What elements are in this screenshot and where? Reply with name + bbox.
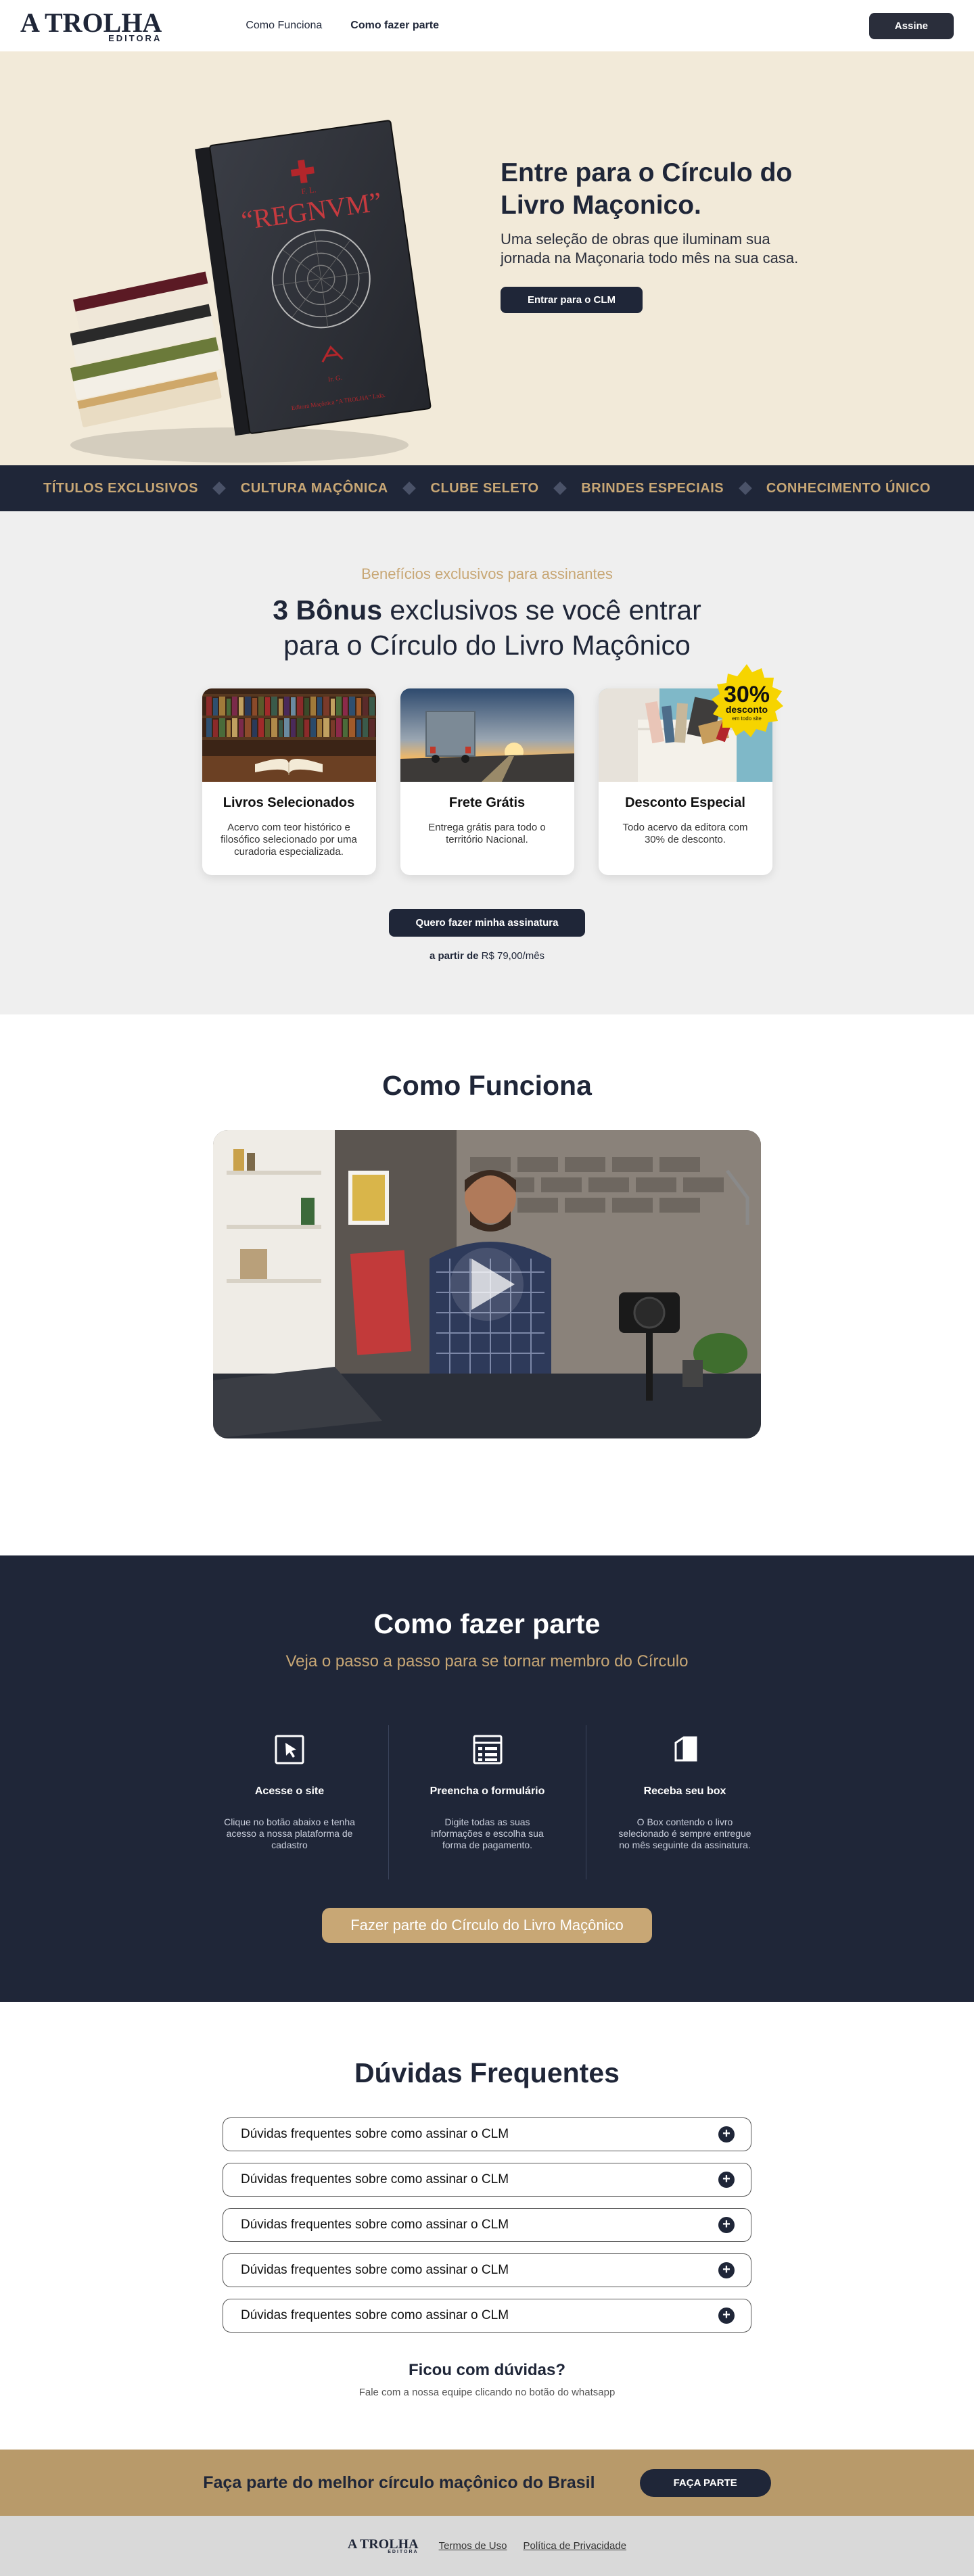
marquee-item: BRINDES ESPECIAIS — [581, 480, 724, 496]
diamond-separator — [738, 482, 752, 495]
benefits-title-line2: para o Círculo do Livro Maçônico — [283, 630, 691, 661]
books-illustration: F. L. “REGNVM” Ir. G. Editora Maçônica “… — [70, 120, 432, 463]
step-item: Receba seu box O Box contendo o livro se… — [586, 1725, 783, 1879]
faq-question: Dúvidas frequentes sobre como assinar o … — [241, 2308, 509, 2322]
still-have-questions-title: Ficou com dúvidas? — [408, 2361, 566, 2379]
plus-icon[interactable]: + — [718, 2126, 735, 2142]
price-prefix: a partir de — [429, 950, 479, 962]
cta-band: Faça parte do melhor círculo maçônico do… — [0, 2450, 974, 2516]
form-icon — [473, 1735, 502, 1764]
faq-question: Dúvidas frequentes sobre como assinar o … — [241, 2218, 509, 2232]
how-it-works-section: Como Funciona — [0, 1014, 974, 1555]
plus-icon[interactable]: + — [718, 2172, 735, 2188]
discount-badge: 30% desconto em todo site — [711, 664, 783, 737]
marquee-item: CULTURA MAÇÔNICA — [240, 480, 388, 496]
benefits-title: 3 Bônus exclusivos se você entrar para o… — [0, 592, 974, 663]
truck-image — [400, 688, 574, 782]
join-title: Como fazer parte — [373, 1608, 601, 1639]
footer-links: Termos de Uso Política de Privacidade — [439, 2540, 626, 2552]
video-player[interactable] — [213, 1130, 761, 1438]
faca-parte-button[interactable]: FAÇA PARTE — [639, 2468, 771, 2497]
badge-sublabel: em todo site — [732, 716, 762, 722]
hero-description: Uma seleção de obras que iluminam sua jo… — [501, 231, 799, 266]
enter-clm-button[interactable]: Entrar para o CLM — [501, 287, 643, 313]
step-text: O Box contendo o livro selecionado é sem… — [618, 1817, 751, 1850]
faq-question: Dúvidas frequentes sobre como assinar o … — [241, 2127, 509, 2141]
footer-logo-wordmark: A TROLHA — [347, 2537, 419, 2552]
logo-subtitle: EDITORA — [108, 32, 162, 43]
site-footer: A TROLHA EDITORA Termos de Uso Política … — [0, 2516, 974, 2576]
marquee-item: TÍTULOS EXCLUSIVOS — [43, 480, 199, 496]
step-item: Preencha o formulário Digite todas as su… — [388, 1725, 586, 1879]
card-text: Todo acervo da editora com 30% de descon… — [622, 822, 748, 845]
hero-text: Entre para o Círculo do Livro Maçonico. … — [501, 157, 818, 313]
faq-item[interactable]: Dúvidas frequentes sobre como assinar o … — [223, 2117, 751, 2151]
step-title: Acesse o site — [254, 1785, 325, 1797]
faq-item[interactable]: Dúvidas frequentes sobre como assinar o … — [223, 2208, 751, 2242]
benefits-section: Benefícios exclusivos para assinantes 3 … — [0, 511, 974, 1014]
join-subtitle: Veja o passo a passo para se tornar memb… — [285, 1652, 689, 1670]
benefit-cards: Livros Selecionados Acervo com teor hist… — [0, 664, 974, 875]
site-header: A TROLHA EDITORA Como Funciona Como faze… — [0, 0, 974, 51]
card-text: Acervo com teor histórico e filosófico s… — [221, 822, 357, 858]
main-nav: Como Funciona Como fazer parte — [246, 20, 439, 32]
plus-icon[interactable]: + — [718, 2308, 735, 2324]
cursor-click-icon — [275, 1735, 304, 1764]
still-have-questions-text: Fale com a nossa equipe clicando no botã… — [358, 2387, 616, 2398]
hero-section: F. L. “REGNVM” Ir. G. Editora Maçônica “… — [0, 51, 974, 465]
join-circle-button[interactable]: Fazer parte do Círculo do Livro Maçônico — [322, 1908, 652, 1943]
subscribe-button[interactable]: Quero fazer minha assinatura — [388, 909, 586, 937]
footer-logo-subtitle: EDITORA — [388, 2550, 419, 2554]
assine-button[interactable]: Assine — [868, 12, 954, 39]
price-value: R$ 79,00/mês — [478, 950, 545, 962]
plus-icon[interactable]: + — [718, 2217, 735, 2233]
logo-wordmark: A TROLHA — [20, 7, 162, 38]
benefit-card-shipping: Frete Grátis Entrega grátis para todo o … — [400, 688, 574, 875]
how-it-works-title: Como Funciona — [382, 1070, 592, 1101]
plus-icon[interactable]: + — [718, 2262, 735, 2278]
diamond-separator — [553, 482, 567, 495]
how-to-join-section: Como fazer parte Veja o passo a passo pa… — [0, 1555, 974, 2002]
faq-question: Dúvidas frequentes sobre como assinar o … — [241, 2263, 509, 2277]
faq-section: Dúvidas Frequentes Dúvidas frequentes so… — [0, 2002, 974, 2450]
faq-item[interactable]: Dúvidas frequentes sobre como assinar o … — [223, 2253, 751, 2287]
faq-item[interactable]: Dúvidas frequentes sobre como assinar o … — [223, 2299, 751, 2333]
footer-logo[interactable]: A TROLHA EDITORA — [348, 2537, 419, 2554]
nav-como-funciona[interactable]: Como Funciona — [246, 20, 322, 32]
card-title: Desconto Especial — [625, 795, 745, 810]
step-title: Receba seu box — [643, 1785, 726, 1797]
marquee-item: CLUBE SELETO — [430, 480, 539, 496]
card-title: Frete Grátis — [448, 795, 526, 810]
benefit-card-discount: 30% desconto em todo site Desconto Espec… — [598, 664, 783, 875]
nav-como-fazer-parte[interactable]: Como fazer parte — [350, 20, 439, 32]
hero-title: Entre para o Círculo do Livro Maçonico. — [501, 158, 793, 220]
brand-logo[interactable]: A TROLHA EDITORA — [20, 9, 162, 43]
faq-list: Dúvidas frequentes sobre como assinar o … — [223, 2117, 751, 2333]
diamond-separator — [402, 482, 417, 495]
privacy-link[interactable]: Política de Privacidade — [523, 2540, 626, 2552]
benefit-card-books: Livros Selecionados Acervo com teor hist… — [202, 688, 376, 875]
step-item: Acesse o site Clique no botão abaixo e t… — [191, 1725, 388, 1879]
card-title: Livros Selecionados — [223, 795, 355, 810]
cta-text: Faça parte do melhor círculo maçônico do… — [203, 2473, 595, 2492]
benefits-title-rest: exclusivos se você entrar — [382, 594, 701, 626]
benefits-eyebrow: Benefícios exclusivos para assinantes — [361, 565, 613, 582]
price-text: a partir de R$ 79,00/mês — [0, 950, 974, 962]
steps-list: Acesse o site Clique no botão abaixo e t… — [0, 1725, 974, 1879]
step-title: Preencha o formulário — [430, 1785, 545, 1797]
card-text: Entrega grátis para todo o território Na… — [428, 822, 546, 845]
faq-question: Dúvidas frequentes sobre como assinar o … — [241, 2172, 509, 2186]
marquee-item: CONHECIMENTO ÚNICO — [766, 480, 931, 496]
faq-title: Dúvidas Frequentes — [354, 2057, 620, 2088]
faq-item[interactable]: Dúvidas frequentes sobre como assinar o … — [223, 2163, 751, 2197]
badge-label: desconto — [725, 704, 767, 715]
terms-link[interactable]: Termos de Uso — [439, 2540, 507, 2552]
book-box-icon — [674, 1736, 697, 1762]
step-text: Clique no botão abaixo e tenha acesso a … — [224, 1817, 355, 1850]
diamond-separator — [212, 482, 227, 495]
step-text: Digite todas as suas informações e escol… — [431, 1817, 544, 1850]
benefits-title-bold: 3 Bônus — [273, 594, 383, 626]
library-image — [202, 688, 376, 782]
